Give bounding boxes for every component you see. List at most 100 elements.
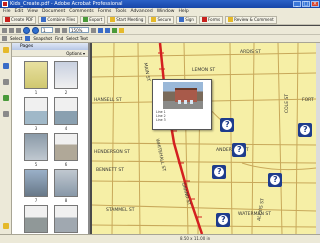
- attachments-icon[interactable]: [3, 111, 9, 117]
- select-tool-icon[interactable]: [2, 36, 7, 41]
- window-title: Kids_Create.pdf - Adobe Acrobat Professi…: [10, 1, 123, 7]
- lock-icon: [151, 17, 157, 22]
- signatures-icon[interactable]: [3, 79, 9, 85]
- page-number: 3: [34, 126, 38, 131]
- bookmarks-icon[interactable]: [3, 63, 9, 69]
- menu-document[interactable]: Document: [42, 8, 65, 15]
- menu-edit[interactable]: Edit: [15, 8, 24, 15]
- sign-button[interactable]: Sign: [176, 15, 197, 24]
- forms-button[interactable]: Forms: [198, 15, 224, 24]
- menu-help[interactable]: Help: [178, 8, 188, 15]
- page-thumbnail[interactable]: [24, 61, 48, 89]
- street-label-henderson: HENDERSON ST: [94, 149, 130, 155]
- page-thumbnail[interactable]: [54, 61, 78, 89]
- map-marker-icon[interactable]: [212, 165, 226, 179]
- question-icon: [222, 120, 232, 130]
- find-icon[interactable]: [119, 27, 124, 33]
- pages-icon[interactable]: [3, 47, 9, 53]
- minimize-button[interactable]: _: [293, 1, 301, 7]
- secure-label: Secure: [157, 16, 172, 22]
- secure-button[interactable]: Secure: [148, 15, 175, 24]
- form-icon: [201, 17, 207, 22]
- hand-tool-icon[interactable]: [55, 27, 60, 33]
- review-comment-button[interactable]: Review & Comment: [225, 15, 277, 24]
- zoom-in-icon[interactable]: [91, 27, 96, 33]
- page-thumbnail[interactable]: [24, 133, 48, 161]
- zoom-field[interactable]: 150%: [69, 27, 89, 33]
- sign-label: Sign: [185, 16, 194, 22]
- street-label-cole: COLE ST: [284, 94, 290, 113]
- export-button[interactable]: Export: [80, 15, 106, 24]
- street-label-hansell: HANSELL ST: [94, 97, 122, 103]
- print-icon[interactable]: [9, 27, 14, 33]
- start-meeting-button[interactable]: Start Meeting: [107, 15, 147, 24]
- page-number: 8: [64, 198, 68, 203]
- map-marker-icon[interactable]: [220, 118, 234, 132]
- maximize-button[interactable]: □: [302, 1, 310, 7]
- menu-forms[interactable]: Forms: [98, 8, 112, 15]
- window-controls: _ □ ×: [293, 1, 319, 7]
- menu-view[interactable]: View: [27, 8, 38, 15]
- street-label-bennett: BENNETT ST: [96, 167, 124, 173]
- question-icon: [218, 215, 228, 225]
- combine-files-button[interactable]: Combine Files: [38, 15, 79, 24]
- vertical-scrollbar[interactable]: [316, 43, 320, 234]
- question-icon: [270, 175, 280, 185]
- page-thumbnail[interactable]: [54, 169, 78, 197]
- page-thumbnail[interactable]: [54, 97, 78, 125]
- comments-icon[interactable]: [3, 223, 9, 229]
- page-thumbnail[interactable]: [24, 169, 48, 197]
- comment-icon: [228, 17, 234, 22]
- layers-icon[interactable]: [3, 95, 9, 101]
- pages-panel-title: Pages: [20, 44, 34, 49]
- location-popup[interactable]: Line 1 Line 2 Line 3: [152, 79, 212, 130]
- status-bar: 8.50 x 11.00 in: [0, 234, 320, 243]
- next-page-button[interactable]: [32, 26, 39, 34]
- previous-page-button[interactable]: [23, 26, 30, 34]
- meeting-icon: [110, 17, 116, 22]
- page-number: 7: [34, 198, 38, 203]
- export-icon: [83, 17, 89, 22]
- select-tool-label[interactable]: Select: [10, 36, 22, 41]
- page-number: 5: [34, 162, 38, 167]
- menu-tools[interactable]: Tools: [115, 8, 126, 15]
- map-marker-icon[interactable]: [216, 213, 230, 227]
- find-label[interactable]: Find: [55, 36, 63, 41]
- fit-page-icon[interactable]: [98, 27, 103, 33]
- street-label-lemon: LEMON ST: [192, 67, 215, 73]
- email-icon[interactable]: [16, 27, 21, 33]
- create-pdf-button[interactable]: Create PDF: [2, 15, 37, 24]
- save-icon[interactable]: [2, 27, 7, 33]
- zoom-out-icon[interactable]: [62, 27, 67, 33]
- document-view[interactable]: ARDIS ST LEMON ST HANSELL ST COLE ST FOR…: [92, 43, 316, 234]
- caption-line: Line 3: [156, 117, 166, 122]
- page-thumbnail[interactable]: [54, 133, 78, 161]
- page-number: 2: [64, 90, 68, 95]
- close-button[interactable]: ×: [311, 1, 319, 7]
- rotate-icon[interactable]: [112, 27, 117, 33]
- menu-comments[interactable]: Comments: [69, 8, 93, 15]
- combine-files-label: Combine Files: [47, 16, 76, 22]
- page-thumbnail[interactable]: [54, 205, 78, 233]
- forms-label: Forms: [207, 16, 221, 22]
- menu-window[interactable]: Window: [157, 8, 175, 15]
- create-pdf-label: Create PDF: [11, 16, 34, 22]
- window-titlebar: Kids_Create.pdf - Adobe Acrobat Professi…: [0, 0, 320, 8]
- pages-options-button[interactable]: Options ▾: [66, 51, 85, 56]
- select-text-label[interactable]: Select Text: [66, 36, 88, 41]
- menu-advanced[interactable]: Advanced: [130, 8, 152, 15]
- street-label-waterman: WATERMAN ST: [238, 211, 271, 217]
- map-marker-icon[interactable]: [268, 173, 282, 187]
- navigation-toolbar: 1 150%: [0, 26, 320, 35]
- snapshot-icon[interactable]: [25, 36, 31, 41]
- map-marker-icon[interactable]: [232, 143, 246, 157]
- snapshot-label[interactable]: Snapshot: [33, 36, 52, 41]
- page-thumbnail[interactable]: [24, 205, 48, 233]
- page-number-field[interactable]: 1: [41, 27, 53, 33]
- map-marker-icon[interactable]: [298, 123, 312, 137]
- menu-file[interactable]: File: [3, 8, 11, 15]
- fit-width-icon[interactable]: [105, 27, 110, 33]
- page-thumbnail[interactable]: [24, 97, 48, 125]
- page-number: 1: [34, 90, 38, 95]
- review-comment-label: Review & Comment: [234, 16, 274, 22]
